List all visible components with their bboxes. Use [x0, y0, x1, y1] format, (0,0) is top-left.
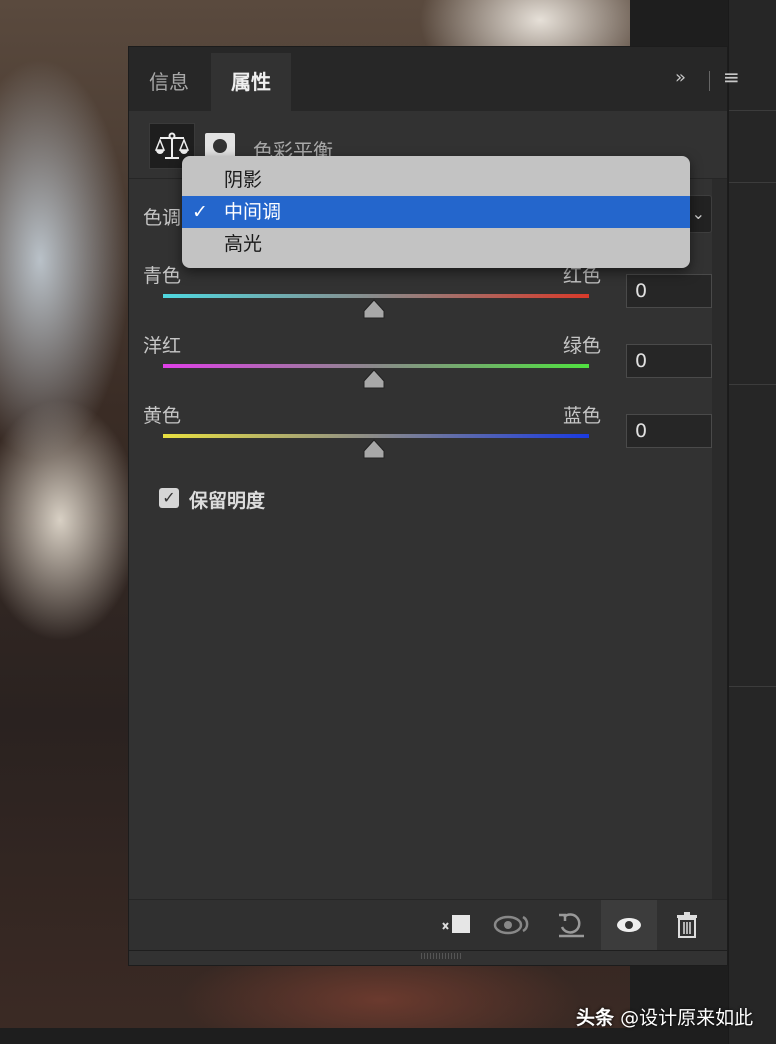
reset-icon[interactable]	[543, 900, 599, 950]
menu-item-midtones[interactable]: ✓ 中间调	[182, 196, 690, 228]
slider-track[interactable]	[163, 434, 589, 438]
menu-item-highlights[interactable]: 高光	[182, 228, 690, 260]
divider	[709, 71, 710, 91]
value-input[interactable]: 0	[626, 344, 712, 378]
slider-right-label: 蓝色	[563, 405, 602, 427]
tab-properties[interactable]: 属性	[211, 53, 291, 111]
watermark: 头条 @设计原来如此	[576, 1003, 753, 1030]
slider-right-label: 绿色	[563, 335, 602, 357]
value-input[interactable]: 0	[626, 414, 712, 448]
slider-thumb[interactable]	[363, 439, 385, 459]
tab-info[interactable]: 信息	[129, 53, 209, 111]
collapse-icon[interactable]: »	[675, 67, 686, 88]
value-input[interactable]: 0	[626, 274, 712, 308]
slider-left-label: 青色	[143, 265, 182, 287]
visibility-eye-icon[interactable]	[601, 900, 657, 950]
slider-track[interactable]	[163, 364, 589, 368]
panel-menu-icon[interactable]: ≡	[723, 65, 740, 89]
tab-bar: 信息 属性 » ≡	[129, 47, 740, 111]
slider-left-label: 黄色	[143, 405, 182, 427]
view-previous-state-icon[interactable]	[485, 900, 541, 950]
right-panel-strip	[728, 0, 776, 1044]
tone-label: 色调	[143, 207, 182, 229]
watermark-brand: 头条	[576, 1007, 615, 1029]
option-label: 阴影	[224, 169, 263, 191]
watermark-handle: @设计原来如此	[620, 1007, 754, 1029]
bottom-toolbar	[129, 899, 727, 951]
clip-to-layer-icon[interactable]	[427, 900, 483, 950]
menu-item-shadows[interactable]: 阴影	[182, 164, 690, 196]
slider-track[interactable]	[163, 294, 589, 298]
trash-icon[interactable]	[659, 900, 715, 950]
option-label: 高光	[224, 233, 263, 255]
slider-thumb[interactable]	[363, 299, 385, 319]
preserve-luminosity-label: 保留明度	[189, 490, 266, 512]
chevron-down-icon: ⌄	[691, 204, 705, 223]
resize-grip[interactable]	[421, 953, 461, 959]
tone-dropdown-menu: 阴影 ✓ 中间调 高光	[182, 156, 690, 268]
slider-thumb[interactable]	[363, 369, 385, 389]
checkmark-icon: ✓	[192, 201, 208, 223]
slider-left-label: 洋红	[143, 335, 182, 357]
scrollbar[interactable]	[712, 179, 727, 899]
preserve-luminosity-checkbox[interactable]: ✓	[159, 488, 179, 508]
option-label: 中间调	[224, 201, 282, 223]
